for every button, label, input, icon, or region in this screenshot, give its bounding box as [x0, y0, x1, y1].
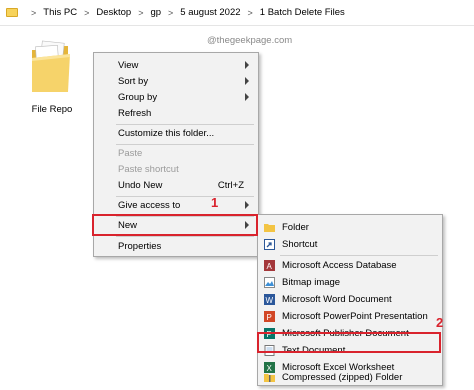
menu-item-refresh[interactable]: Refresh [94, 105, 258, 121]
submenu-item-label: Folder [282, 222, 309, 233]
svg-text:W: W [266, 296, 274, 305]
svg-text:A: A [267, 262, 273, 271]
submenu-item-label: Microsoft Word Document [282, 294, 392, 305]
menu-item-label: Group by [118, 91, 158, 103]
submenu-item-label: Microsoft Access Database [282, 260, 397, 271]
highlight-new-box [92, 214, 258, 236]
svg-text:P: P [267, 313, 272, 322]
submenu-item-bitmap-image[interactable]: Bitmap image [258, 274, 442, 291]
folder-label: File Repo [31, 104, 73, 115]
breadcrumb-5-august-2022[interactable]: 5 august 2022 [180, 7, 240, 18]
menu-item-view[interactable]: View [94, 57, 258, 73]
chevron-right-icon: > [138, 7, 144, 18]
folder-file-repo[interactable]: File Repo [22, 38, 82, 118]
zip-folder-icon [264, 374, 275, 382]
submenu-item-shortcut[interactable]: Shortcut [258, 236, 442, 253]
submenu-item-label: Shortcut [282, 239, 318, 250]
chevron-right-icon [245, 61, 249, 69]
step-number-2: 2 [436, 315, 444, 330]
menu-item-label: Customize this folder... [118, 127, 215, 139]
menu-item-undo-new[interactable]: Undo New Ctrl+Z [94, 177, 258, 193]
powerpoint-icon: P [264, 311, 275, 322]
breadcrumb-this-pc[interactable]: This PC [43, 7, 77, 18]
folder-icon [264, 224, 275, 232]
submenu-item-label: Compressed (zipped) Folder [282, 371, 403, 383]
menu-item-label: Give access to [118, 199, 181, 211]
menu-item-shortcut: Ctrl+Z [217, 180, 244, 191]
menu-item-properties[interactable]: Properties [94, 238, 258, 254]
menu-item-paste: Paste [94, 145, 258, 161]
chevron-right-icon [245, 77, 249, 85]
watermark: @thegeekpage.com [207, 35, 293, 46]
submenu-item-powerpoint-presentation[interactable]: P Microsoft PowerPoint Presentation [258, 308, 442, 325]
menu-separator [280, 255, 438, 256]
menu-item-label: Properties [118, 240, 162, 252]
breadcrumb-desktop[interactable]: Desktop [96, 7, 131, 18]
folder-icon [6, 8, 18, 17]
submenu-item-folder[interactable]: Folder [258, 219, 442, 236]
menu-item-paste-shortcut: Paste shortcut [94, 161, 258, 177]
chevron-right-icon: > [168, 7, 174, 18]
step-number-1: 1 [211, 195, 219, 210]
folder-icon [32, 40, 70, 92]
menu-item-label: Paste shortcut [118, 163, 179, 175]
menu-item-label: Paste [118, 147, 143, 159]
chevron-right-icon [245, 93, 249, 101]
submenu-item-access-database[interactable]: A Microsoft Access Database [258, 257, 442, 274]
menu-item-give-access-to[interactable]: Give access to [94, 197, 258, 213]
highlight-text-document-box [257, 332, 441, 353]
menu-item-sort-by[interactable]: Sort by [94, 73, 258, 89]
submenu-item-compressed-folder[interactable]: Compressed (zipped) Folder [258, 369, 442, 385]
chevron-right-icon: > [31, 7, 37, 18]
bitmap-icon [264, 277, 275, 288]
word-icon: W [264, 294, 275, 305]
menu-separator [116, 236, 254, 237]
access-icon: A [264, 260, 275, 271]
chevron-right-icon: > [247, 7, 253, 18]
submenu-item-word-document[interactable]: W Microsoft Word Document [258, 291, 442, 308]
new-submenu: Folder Shortcut A Microsoft Access Datab… [257, 214, 443, 386]
menu-item-label: Sort by [118, 75, 149, 87]
menu-item-customize-folder[interactable]: Customize this folder... [94, 125, 258, 141]
breadcrumb-gp[interactable]: gp [150, 7, 161, 18]
menu-item-label: View [118, 59, 139, 71]
breadcrumb-batch-delete-files[interactable]: 1 Batch Delete Files [260, 7, 345, 18]
submenu-item-label: Bitmap image [282, 277, 341, 288]
chevron-right-icon: > [84, 7, 90, 18]
menu-item-label: Refresh [118, 107, 152, 119]
shortcut-icon [264, 239, 275, 250]
breadcrumb: > This PC > Desktop > gp > 5 august 2022… [0, 0, 474, 26]
menu-item-group-by[interactable]: Group by [94, 89, 258, 105]
submenu-item-label: Microsoft PowerPoint Presentation [282, 311, 428, 322]
chevron-right-icon [245, 201, 249, 209]
